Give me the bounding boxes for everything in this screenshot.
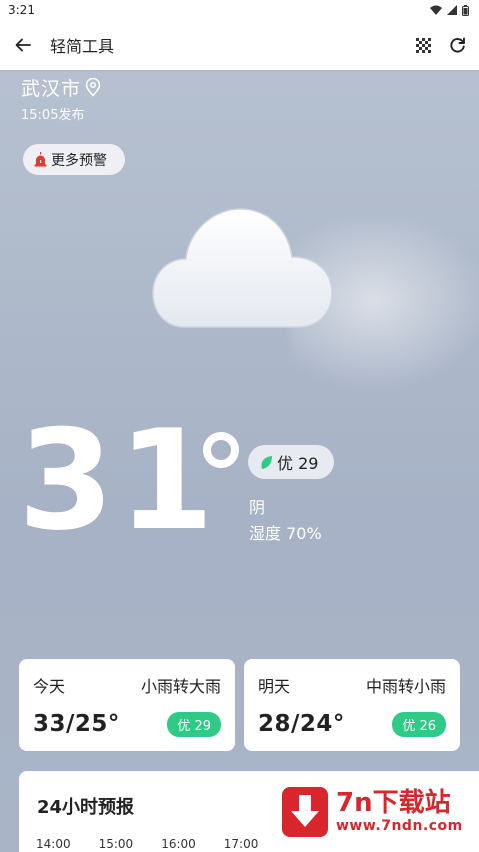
watermark-title: 7n下载站 — [336, 788, 451, 819]
app-title: 轻简工具 — [50, 37, 115, 56]
app-bar: 轻简工具 — [0, 20, 479, 70]
today-temperature-range: 33/25° — [33, 711, 120, 737]
status-icons — [430, 4, 469, 16]
city-name: 武汉市 — [21, 78, 82, 100]
hour-label: 17:00 — [223, 837, 259, 851]
weather-description: 阴 湿度 70% — [249, 495, 322, 547]
publish-time: 15:05发布 — [21, 108, 85, 123]
signal-icon — [447, 5, 457, 15]
weather-condition: 阴 — [249, 498, 266, 517]
refresh-button[interactable] — [447, 35, 467, 55]
download-logo-icon — [282, 786, 328, 837]
today-condition: 小雨转大雨 — [140, 677, 221, 696]
wifi-icon — [430, 5, 442, 15]
today-label: 今天 — [33, 677, 66, 696]
back-button[interactable] — [0, 20, 46, 70]
leaf-icon — [261, 455, 272, 469]
watermark-text: 7n下载站 www.7ndn.com — [336, 789, 463, 834]
more-alerts-button[interactable]: 更多预警 — [23, 144, 125, 175]
qr-code-icon — [415, 37, 431, 53]
status-time: 3:21 — [8, 3, 35, 17]
more-alerts-label: 更多预警 — [51, 152, 107, 169]
location-pin-icon — [85, 78, 101, 97]
watermark: 7n下载站 www.7ndn.com — [268, 771, 479, 852]
cloudy-weather-icon — [150, 205, 340, 335]
alarm-siren-icon — [34, 152, 47, 167]
app-actions — [413, 35, 479, 55]
watermark-url: www.7ndn.com — [336, 817, 463, 834]
tomorrow-label: 明天 — [258, 677, 291, 696]
hourly-time-list: 14:00 15:00 16:00 17:00 — [36, 837, 258, 851]
battery-icon — [462, 4, 469, 16]
air-quality-label: 优 29 — [277, 454, 319, 473]
tomorrow-condition: 中雨转小雨 — [365, 677, 446, 696]
air-quality-chip[interactable]: 优 29 — [248, 445, 334, 479]
status-bar: 3:21 — [0, 0, 479, 20]
hour-label: 16:00 — [161, 837, 196, 851]
hourly-forecast-title: 24小时预报 — [37, 797, 135, 818]
hour-label: 14:00 — [36, 837, 71, 851]
today-aqi-badge: 优 29 — [167, 711, 221, 737]
current-temperature: 31 — [18, 400, 219, 561]
tomorrow-forecast-card[interactable]: 明天 中雨转小雨 28/24° 优 26 — [244, 659, 460, 751]
refresh-icon — [449, 37, 465, 53]
arrow-left-icon — [15, 38, 31, 52]
degree-symbol — [203, 432, 239, 468]
hour-label: 15:00 — [98, 837, 134, 851]
humidity: 湿度 70% — [249, 524, 322, 543]
city-row[interactable]: 武汉市 — [21, 74, 101, 101]
location-block: 武汉市 15:05发布 — [21, 74, 101, 123]
tomorrow-temperature-range: 28/24° — [258, 711, 345, 737]
qr-scan-button[interactable] — [413, 35, 433, 55]
today-forecast-card[interactable]: 今天 小雨转大雨 33/25° 优 29 — [19, 659, 235, 751]
tomorrow-aqi-badge: 优 26 — [392, 711, 446, 737]
